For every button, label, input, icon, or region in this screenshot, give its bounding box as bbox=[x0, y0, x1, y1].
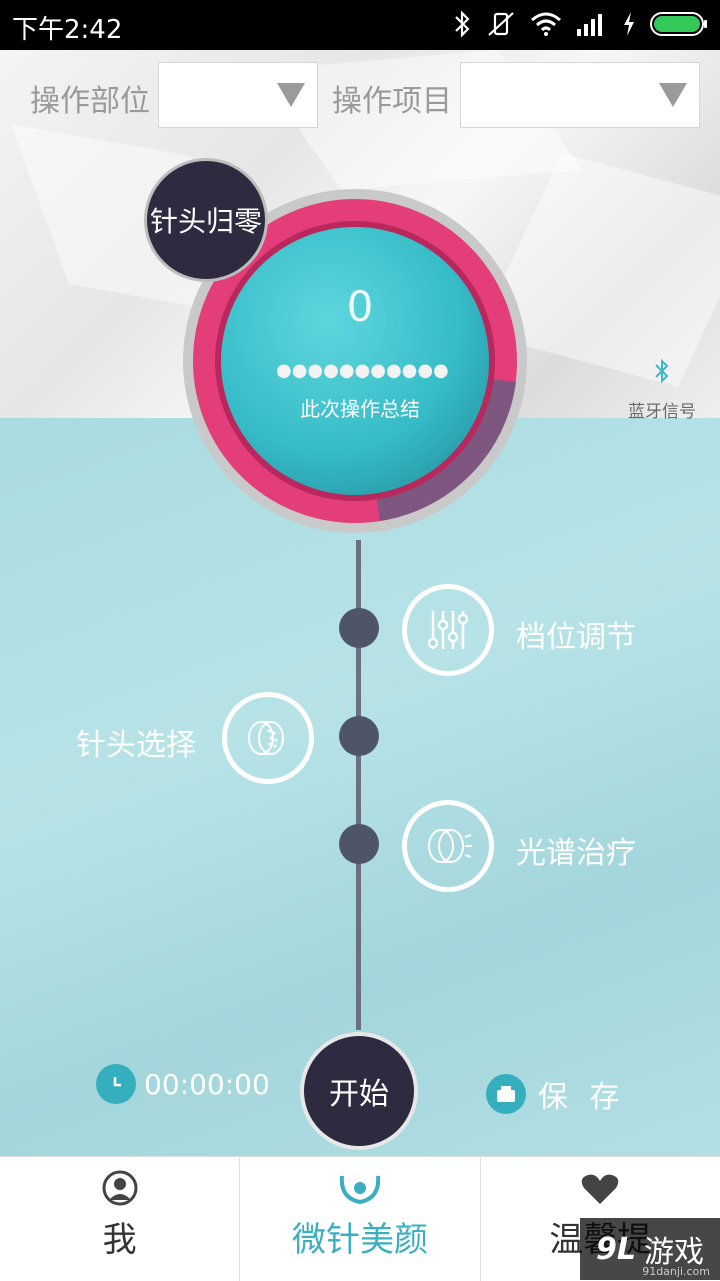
status-time: 下午2:42 bbox=[12, 15, 123, 45]
spectrum-therapy-label: 光谱治疗 bbox=[516, 836, 636, 871]
part-select[interactable] bbox=[158, 62, 318, 128]
part-label: 操作部位 bbox=[30, 84, 150, 119]
watermark-logo: 9L 游戏 91danji.com bbox=[580, 1218, 720, 1280]
item-select[interactable] bbox=[460, 62, 700, 128]
clock-icon bbox=[96, 1064, 136, 1104]
timeline-node bbox=[339, 716, 379, 756]
signal-icon bbox=[577, 14, 602, 36]
status-bar: 下午2:42 bbox=[0, 0, 720, 50]
save-icon bbox=[486, 1074, 526, 1114]
heart-icon bbox=[582, 1174, 619, 1204]
gear-adjust-label: 档位调节 bbox=[516, 620, 636, 655]
status-icons bbox=[452, 10, 708, 38]
user-icon bbox=[102, 1170, 138, 1206]
operation-counter: 0 bbox=[346, 282, 374, 331]
sliders-icon bbox=[427, 611, 469, 649]
needle-zero-label: 针头归零 bbox=[149, 205, 262, 238]
progress-dots: ●●●●●●●●●●● bbox=[276, 360, 449, 381]
timeline-node bbox=[339, 824, 379, 864]
bluetooth-signal[interactable]: 蓝牙信号 bbox=[612, 358, 712, 422]
save-button[interactable]: 保 存 bbox=[486, 1072, 626, 1116]
bluetooth-icon bbox=[612, 358, 712, 391]
timeline-node bbox=[339, 608, 379, 648]
tab-microneedle-label: 微针美颜 bbox=[291, 1220, 428, 1260]
gear-adjust-button[interactable] bbox=[402, 584, 494, 676]
needle-head-icon bbox=[248, 721, 284, 755]
wifi-icon bbox=[531, 12, 561, 36]
start-label: 开始 bbox=[329, 1077, 389, 1112]
watermark-site: 91danji.com bbox=[642, 1265, 710, 1278]
needle-zero-button[interactable]: 针头归零 bbox=[144, 158, 268, 282]
timer: 00:00:00 bbox=[96, 1064, 270, 1104]
bluetooth-icon bbox=[455, 10, 470, 38]
chevron-down-icon bbox=[659, 83, 687, 107]
save-label: 保 存 bbox=[538, 1080, 626, 1115]
tab-me[interactable]: 我 bbox=[0, 1157, 239, 1281]
item-label: 操作项目 bbox=[332, 84, 452, 119]
chevron-down-icon bbox=[277, 83, 305, 107]
battery-icon bbox=[650, 12, 707, 36]
timer-value: 00:00:00 bbox=[144, 1067, 270, 1101]
needle-select-label: 针头选择 bbox=[76, 728, 196, 763]
face-icon bbox=[339, 1175, 381, 1205]
tab-microneedle[interactable]: 微针美颜 bbox=[239, 1157, 479, 1281]
vibrate-mute-icon bbox=[488, 12, 514, 36]
start-button[interactable]: 开始 bbox=[300, 1032, 418, 1150]
tab-me-label: 我 bbox=[102, 1220, 137, 1260]
spectrum-therapy-button[interactable] bbox=[402, 800, 494, 892]
operation-summary-label: 此次操作总结 bbox=[300, 397, 420, 421]
bluetooth-label: 蓝牙信号 bbox=[628, 402, 696, 422]
light-head-icon bbox=[428, 829, 472, 863]
charging-icon bbox=[624, 12, 634, 36]
watermark-logo-text: 9L bbox=[596, 1231, 636, 1267]
needle-select-button[interactable] bbox=[222, 692, 314, 784]
